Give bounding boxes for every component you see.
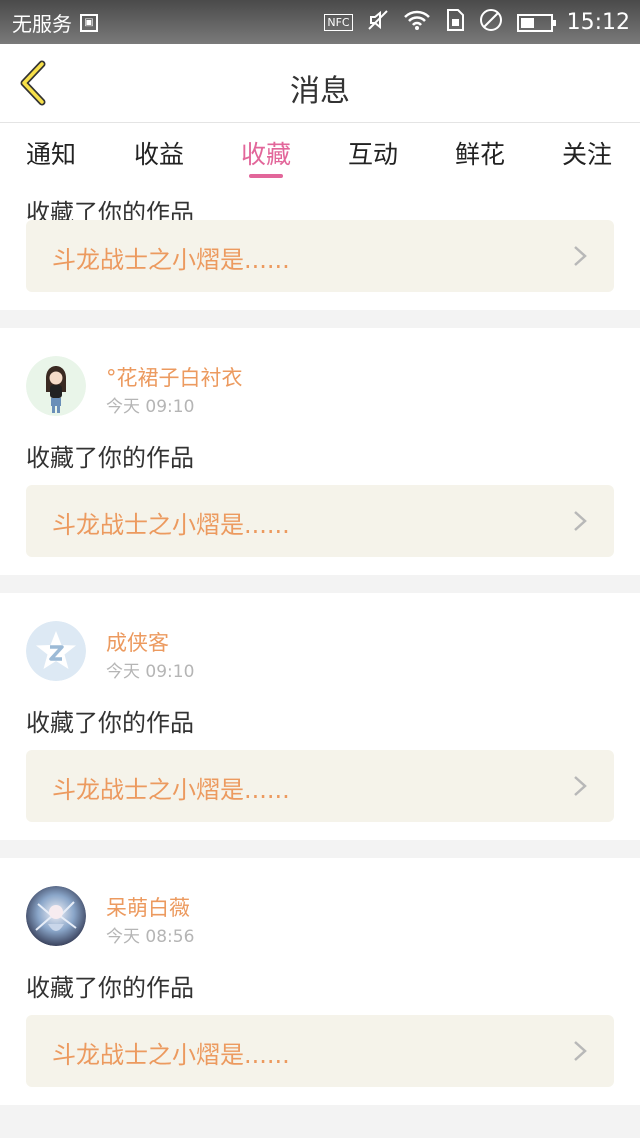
nfc-icon: NFC	[324, 14, 353, 31]
timestamp: 今天 09:10	[106, 662, 195, 682]
timestamp: 今天 09:10	[106, 397, 195, 417]
battery-icon	[516, 13, 556, 32]
carrier-text: 无服务	[12, 12, 72, 36]
anime-avatar-icon[interactable]	[26, 886, 86, 946]
user-name[interactable]: 呆萌白薇	[106, 892, 190, 922]
clock: 15:12	[566, 10, 630, 35]
chevron-right-icon	[574, 511, 587, 531]
work-title: 斗龙战士之小熠是......	[52, 1041, 290, 1069]
qzone-star-avatar-icon[interactable]	[26, 621, 86, 681]
user-name[interactable]: °花裙子白衬衣	[106, 362, 243, 392]
wifi-icon	[403, 9, 431, 36]
user-name[interactable]: 成侠客	[106, 627, 169, 657]
action-text: 收藏了你的作品	[26, 709, 194, 737]
work-link[interactable]: 斗龙战士之小熠是......	[26, 220, 614, 292]
no-sim-icon	[479, 8, 503, 37]
chevron-right-icon	[574, 246, 587, 266]
tab-notice[interactable]: 通知	[26, 135, 76, 171]
chevron-right-icon	[574, 776, 587, 796]
status-bar: 无服务 ▣ NFC 15:12	[0, 0, 640, 44]
active-tab-indicator	[249, 174, 283, 178]
list-item: 成侠客 今天 09:10 收藏了你的作品 斗龙战士之小熠是......	[0, 593, 640, 840]
work-title: 斗龙战士之小熠是......	[52, 776, 290, 804]
page-title: 消息	[290, 74, 350, 109]
chevron-right-icon	[574, 1041, 587, 1061]
mute-icon	[367, 9, 389, 36]
list-item: 收藏了你的作品 斗龙战士之小熠是......	[0, 183, 640, 310]
work-title: 斗龙战士之小熠是......	[52, 511, 290, 539]
girl-avatar-icon[interactable]	[26, 356, 86, 416]
action-text: 收藏了你的作品	[26, 444, 194, 472]
work-link[interactable]: 斗龙战士之小熠是......	[26, 485, 614, 557]
action-text: 收藏了你的作品	[26, 974, 194, 1002]
list-item: 呆萌白薇 今天 08:56 收藏了你的作品 斗龙战士之小熠是......	[0, 858, 640, 1105]
work-link[interactable]: 斗龙战士之小熠是......	[26, 750, 614, 822]
sim-icon	[445, 8, 465, 37]
tab-favorites[interactable]: 收藏	[241, 135, 291, 171]
work-link[interactable]: 斗龙战士之小熠是......	[26, 1015, 614, 1087]
message-feed[interactable]: 收藏了你的作品 斗龙战士之小熠是...... °花裙子白衬衣 今天 09:10 …	[0, 183, 640, 1138]
list-item: °花裙子白衬衣 今天 09:10 收藏了你的作品 斗龙战士之小熠是......	[0, 328, 640, 575]
timestamp: 今天 08:56	[106, 927, 195, 947]
image-notification-icon: ▣	[80, 13, 98, 32]
work-title: 斗龙战士之小熠是......	[52, 246, 290, 274]
tab-bar: 通知 收益 收藏 互动 鲜花 关注	[0, 123, 640, 183]
tab-flowers[interactable]: 鲜花	[455, 135, 505, 171]
tab-earnings[interactable]: 收益	[134, 135, 184, 171]
tab-follow[interactable]: 关注	[562, 135, 612, 171]
tab-interaction[interactable]: 互动	[348, 135, 398, 171]
header-bar: 消息	[0, 44, 640, 123]
